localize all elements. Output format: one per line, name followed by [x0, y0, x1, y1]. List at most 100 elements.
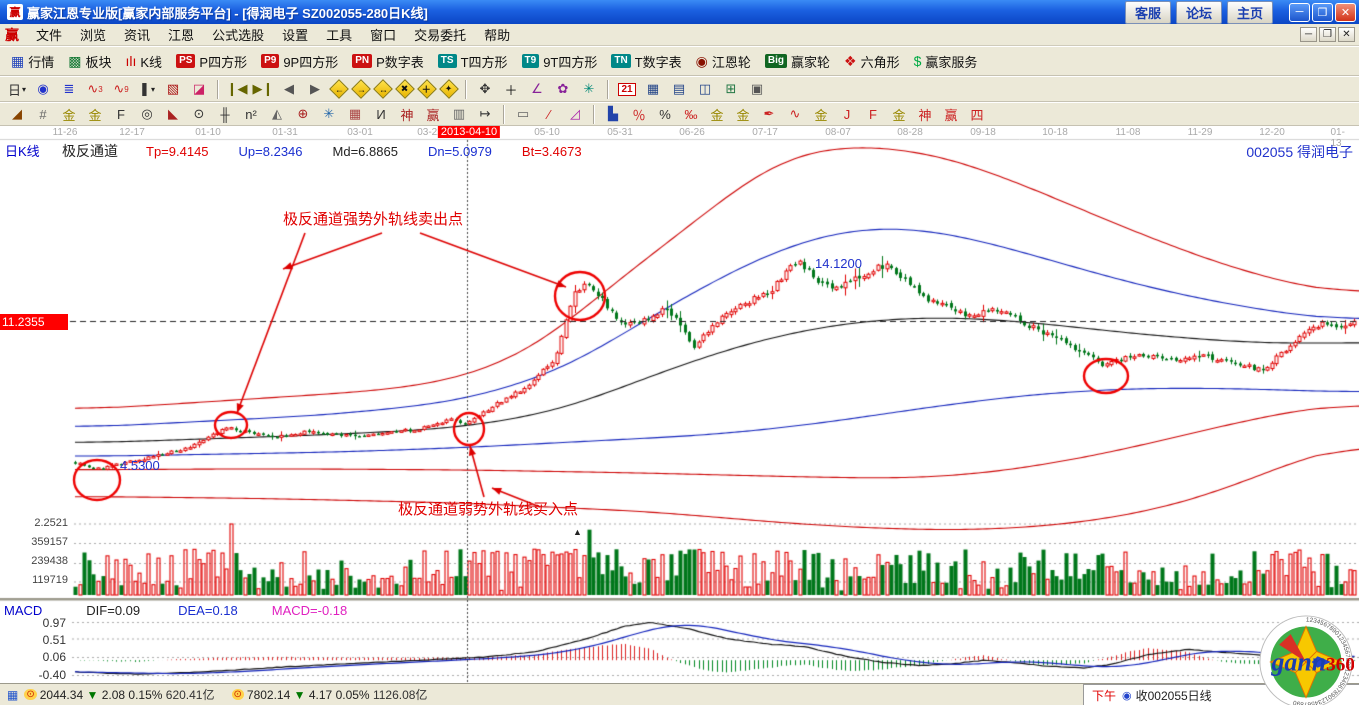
tool-stock-mark[interactable]: ▧ [161, 79, 185, 100]
zoom-full[interactable]: ✦ [439, 79, 459, 99]
tool-calculator[interactable]: ▦ [641, 79, 665, 100]
tool-time-ruler[interactable]: ╫ [213, 104, 237, 125]
toolbar-winner-service[interactable]: $赢家服务 [914, 52, 978, 71]
tool-wave-channel[interactable]: ∿ [783, 104, 807, 125]
close-button[interactable]: ✕ [1335, 3, 1356, 22]
tool-time-circle[interactable]: ⊙ [187, 104, 211, 125]
tool-gold-line[interactable]: 金 [731, 104, 755, 125]
toolbar-hexagon[interactable]: ❖六角形 [844, 52, 900, 71]
restore-button[interactable]: ❐ [1312, 3, 1333, 22]
tool-mirror-line[interactable]: ◭ [265, 104, 289, 125]
tool-shen-angle[interactable]: 神 [913, 104, 937, 125]
toolbar-9t-square[interactable]: T99T四方形 [522, 52, 598, 71]
tool-pct-levels[interactable]: ‰ [679, 104, 703, 125]
tool-ink-mark[interactable]: ✒ [757, 104, 781, 125]
toolbar-p-digit-table[interactable]: PNP数字表 [352, 52, 424, 71]
toolbar-t-digit-table[interactable]: TNT数字表 [611, 52, 681, 71]
menu-设置[interactable]: 设置 [273, 23, 317, 46]
tool-calendar[interactable]: 21 [615, 79, 639, 100]
tool-ray-fan[interactable]: ∕ [537, 104, 561, 125]
tool-grid-123[interactable]: ▥ [447, 104, 471, 125]
menu-江恩[interactable]: 江恩 [159, 23, 203, 46]
tool-notes[interactable]: ▤ [667, 79, 691, 100]
kline-chart-canvas[interactable] [0, 126, 1359, 683]
menu-交易委托[interactable]: 交易委托 [405, 23, 475, 46]
tool-star-grid[interactable]: ✳ [317, 104, 341, 125]
tool-wave-count[interactable]: И [369, 104, 393, 125]
toolbar-quotes[interactable]: ▦行情 [11, 52, 54, 71]
menu-资讯[interactable]: 资讯 [115, 23, 159, 46]
tool-stats-bars[interactable]: ▙ [601, 104, 625, 125]
tool-target-circle[interactable]: ⊕ [291, 104, 315, 125]
toolbar-9p-square[interactable]: P99P四方形 [261, 52, 338, 71]
menu-公式选股[interactable]: 公式选股 [203, 23, 273, 46]
quote-grid-icon[interactable]: ▦ [7, 688, 18, 702]
tool-gold-angle[interactable]: 金 [809, 104, 833, 125]
tool-angle-fan[interactable]: ◣ [161, 104, 185, 125]
tool-drag-hand[interactable]: ✥ [473, 79, 497, 100]
tool-last-page[interactable]: ▶❙ [251, 79, 275, 100]
zoom-in[interactable]: ＋ [417, 79, 437, 99]
menu-窗口[interactable]: 窗口 [361, 23, 405, 46]
tool-first-page[interactable]: ❙◀ [225, 79, 249, 100]
forum-button[interactable]: 论坛 [1176, 1, 1222, 24]
tool-f-angle[interactable]: F [861, 104, 885, 125]
tool-gold-rays[interactable]: 金 [887, 104, 911, 125]
tool-box-grid[interactable]: ▦ [343, 104, 367, 125]
tool-wave-9[interactable]: ∿9 [109, 79, 133, 100]
tool-crosshair[interactable]: ＋ [499, 79, 523, 100]
support-button[interactable]: 客服 [1125, 1, 1171, 24]
index-shenzhen[interactable]: 7802.14 ▼ 4.17 0.05% 1126.08亿 [247, 686, 428, 703]
tool-percent[interactable]: % [653, 104, 677, 125]
tool-four-angle[interactable]: 四 [965, 104, 989, 125]
minimize-button[interactable]: ─ [1289, 3, 1310, 22]
tool-gold-circle[interactable]: 金 [705, 104, 729, 125]
zoom-right[interactable]: → [351, 79, 371, 99]
tool-gold-grid-b[interactable]: 金 [83, 104, 107, 125]
tool-angle-measure[interactable]: ∠ [525, 79, 549, 100]
menu-工具[interactable]: 工具 [317, 23, 361, 46]
index-shanghai[interactable]: 2044.34 ▼ 2.08 0.15% 620.41亿 [40, 686, 215, 703]
tool-workstation[interactable]: ▣ [745, 79, 769, 100]
home-button[interactable]: 主页 [1227, 1, 1273, 24]
toolbar-t-square[interactable]: TST四方形 [438, 52, 508, 71]
mdi-minimize-button[interactable]: ─ [1300, 27, 1317, 42]
tool-spiral[interactable]: ◎ [135, 104, 159, 125]
mdi-close-button[interactable]: ✕ [1338, 27, 1355, 42]
tool-kline-period[interactable]: 日▾ [5, 79, 29, 100]
toolbar-p-square[interactable]: PSP四方形 [176, 52, 247, 71]
tool-info-list[interactable]: ≣ [57, 79, 81, 100]
tool-n-square[interactable]: n² [239, 104, 263, 125]
tool-angle-lines[interactable]: ◿ [563, 104, 587, 125]
tool-wave-3[interactable]: ∿3 [83, 79, 107, 100]
tool-gold-grid-a[interactable]: 金 [57, 104, 81, 125]
tool-j-angle[interactable]: J [835, 104, 859, 125]
tool-rect-select[interactable]: ▭ [511, 104, 535, 125]
menu-帮助[interactable]: 帮助 [475, 23, 519, 46]
toolbar-sectors[interactable]: ▩板块 [68, 52, 111, 71]
tool-chart-report[interactable]: ◪ [187, 79, 211, 100]
tool-span-tool[interactable]: ↦ [473, 104, 497, 125]
tool-next-page[interactable]: ▶ [303, 79, 327, 100]
menu-文件[interactable]: 文件 [27, 23, 71, 46]
zoom-left[interactable]: ← [329, 79, 349, 99]
toolbar-kline[interactable]: ılıK线 [126, 52, 163, 71]
tool-network[interactable]: ⊞ [719, 79, 743, 100]
tool-candle-style[interactable]: ❚▾ [135, 79, 159, 100]
tool-pct-line[interactable]: ％ [627, 104, 651, 125]
tool-prev-page[interactable]: ◀ [277, 79, 301, 100]
tool-win-tool[interactable]: 赢 [421, 104, 445, 125]
tool-save[interactable]: ◫ [693, 79, 717, 100]
tool-fibonacci[interactable]: F [109, 104, 133, 125]
tool-compass-tool[interactable]: ◢ [5, 104, 29, 125]
tool-pattern-view[interactable]: ◉ [31, 79, 55, 100]
zoom-reset[interactable]: ✖ [395, 79, 415, 99]
menu-浏览[interactable]: 浏览 [71, 23, 115, 46]
mdi-restore-button[interactable]: ❐ [1319, 27, 1336, 42]
toolbar-winner-wheel[interactable]: Big赢家轮 [765, 52, 830, 71]
tool-flower-tool[interactable]: ✿ [551, 79, 575, 100]
zoom-both[interactable]: ↔ [373, 79, 393, 99]
toolbar-gann-wheel[interactable]: ◉江恩轮 [696, 52, 751, 71]
tool-win-angle[interactable]: 赢 [939, 104, 963, 125]
tool-brain-tool[interactable]: ✳ [577, 79, 601, 100]
